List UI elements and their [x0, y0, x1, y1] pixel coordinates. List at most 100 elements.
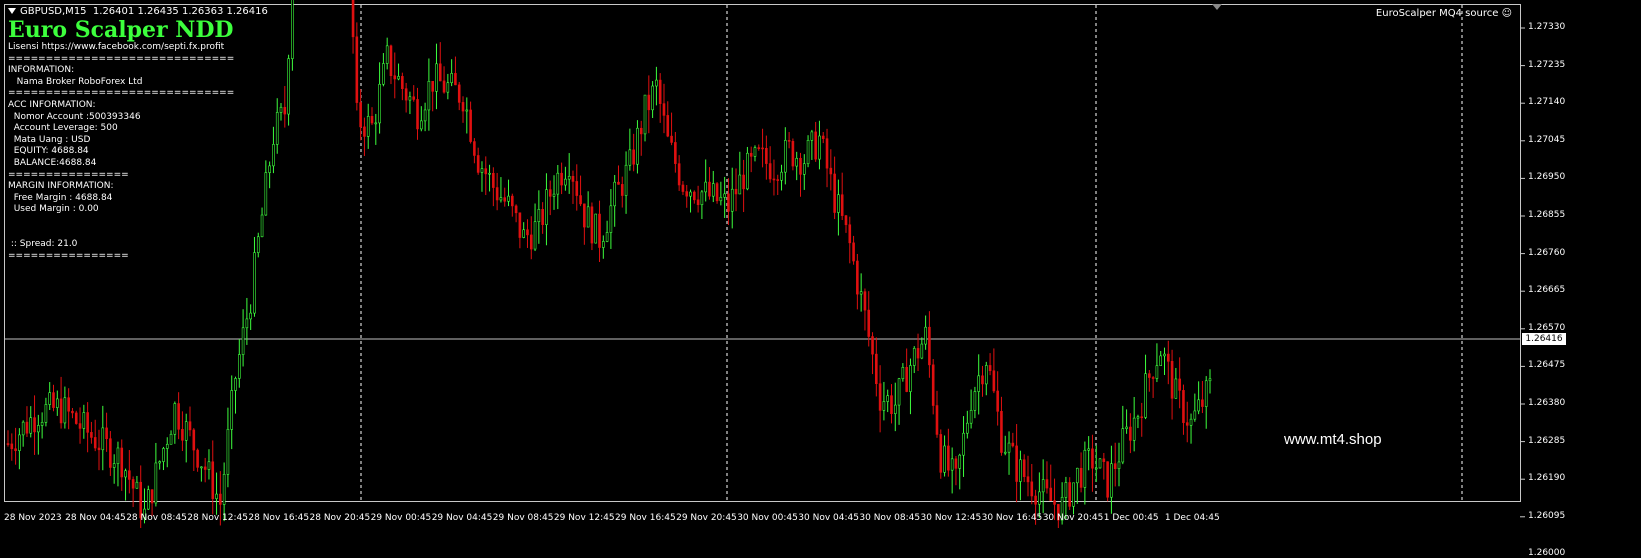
candle-body — [1201, 399, 1204, 407]
candle-body — [52, 392, 55, 408]
candle-body — [1015, 445, 1018, 482]
candle-body — [871, 336, 874, 355]
candle-body — [1098, 458, 1102, 469]
candle-body — [97, 447, 101, 451]
candle — [681, 181, 685, 196]
candle-body — [105, 427, 108, 440]
candle — [1110, 445, 1113, 514]
candle — [992, 348, 996, 394]
candle — [784, 127, 787, 185]
candle-body — [1007, 442, 1011, 453]
candle-body — [768, 163, 772, 180]
candle — [799, 152, 802, 197]
candlestick-chart[interactable] — [0, 0, 1641, 528]
candle-body — [150, 489, 154, 504]
candle — [613, 174, 616, 227]
candle — [947, 428, 950, 477]
candle-body — [693, 191, 696, 201]
candle — [825, 128, 829, 188]
price-axis-label: 1.27235 — [1528, 59, 1566, 70]
candle — [446, 73, 450, 100]
candle-body — [211, 461, 215, 499]
candle-body — [882, 401, 886, 411]
candle — [620, 176, 624, 208]
candle — [583, 203, 586, 245]
candle — [200, 466, 203, 482]
candle-body — [268, 165, 271, 173]
candle-body — [366, 116, 370, 137]
candle — [950, 447, 954, 494]
candle-body — [814, 131, 817, 160]
candle — [128, 450, 131, 494]
candle — [389, 44, 393, 85]
candle — [44, 397, 48, 427]
price-axis-label: 1.26285 — [1528, 435, 1566, 446]
candle — [237, 339, 241, 388]
candle — [461, 96, 465, 123]
candle — [397, 63, 400, 81]
price-axis-label: 1.26190 — [1528, 473, 1566, 484]
candle-body — [423, 109, 427, 122]
candle — [818, 120, 821, 170]
candle — [355, 22, 359, 111]
candle — [529, 216, 533, 260]
time-axis-label: 28 Nov 08:45 — [126, 513, 187, 523]
candle-body — [253, 252, 256, 314]
candle-body — [1193, 410, 1197, 420]
candle — [366, 103, 370, 149]
candle-body — [397, 76, 400, 80]
candle — [966, 410, 969, 439]
candle — [211, 440, 215, 515]
candle — [806, 135, 810, 168]
candle-body — [442, 80, 446, 93]
candle — [351, 0, 355, 54]
candle — [897, 377, 901, 425]
candle-body — [799, 157, 802, 175]
candle — [757, 144, 761, 151]
symbol-header: GBPUSD,M15 1.26401 1.26435 1.26363 1.264… — [8, 6, 268, 17]
candle — [469, 101, 472, 144]
candle — [101, 405, 105, 471]
candle-body — [594, 213, 598, 244]
chart-shift-marker-icon[interactable] — [1212, 4, 1222, 10]
time-axis-label: 1 Dec 00:45 — [1103, 513, 1159, 523]
ea-source-label[interactable]: EuroScalper MQ4 source ☺ — [1376, 8, 1512, 19]
candle-body — [162, 448, 165, 462]
candle — [1185, 401, 1189, 443]
candle-body — [234, 378, 237, 391]
candle — [1091, 434, 1094, 492]
candle — [924, 315, 927, 350]
candle-body — [643, 94, 647, 135]
ea-info-line: Free Margin : 4688.84 — [8, 192, 113, 203]
candle-body — [1117, 461, 1121, 470]
candle — [71, 407, 74, 419]
candle-body — [662, 103, 666, 116]
candle — [162, 446, 165, 471]
candle — [1113, 442, 1117, 487]
candle — [264, 160, 268, 216]
candle — [86, 402, 89, 453]
candle-body — [412, 96, 416, 100]
candle — [374, 113, 378, 145]
candle-body — [829, 167, 833, 175]
candle — [370, 107, 374, 126]
candle-body — [1178, 378, 1181, 391]
candle — [1011, 432, 1015, 448]
candle — [401, 72, 404, 101]
candle-body — [158, 461, 161, 464]
candle — [33, 395, 36, 455]
time-axis-label: 30 Nov 00:45 — [737, 513, 798, 523]
candle — [6, 430, 10, 447]
candle — [776, 174, 780, 196]
candle-body — [116, 447, 120, 464]
candle-body — [177, 403, 180, 430]
candle — [253, 236, 256, 317]
dropdown-triangle-icon[interactable] — [8, 8, 16, 14]
candle — [844, 215, 848, 233]
candle-body — [67, 397, 70, 412]
candle — [382, 53, 385, 87]
candle-body — [590, 206, 594, 244]
candle-body — [287, 58, 290, 115]
candle-body — [564, 178, 567, 186]
candle-body — [939, 434, 943, 473]
